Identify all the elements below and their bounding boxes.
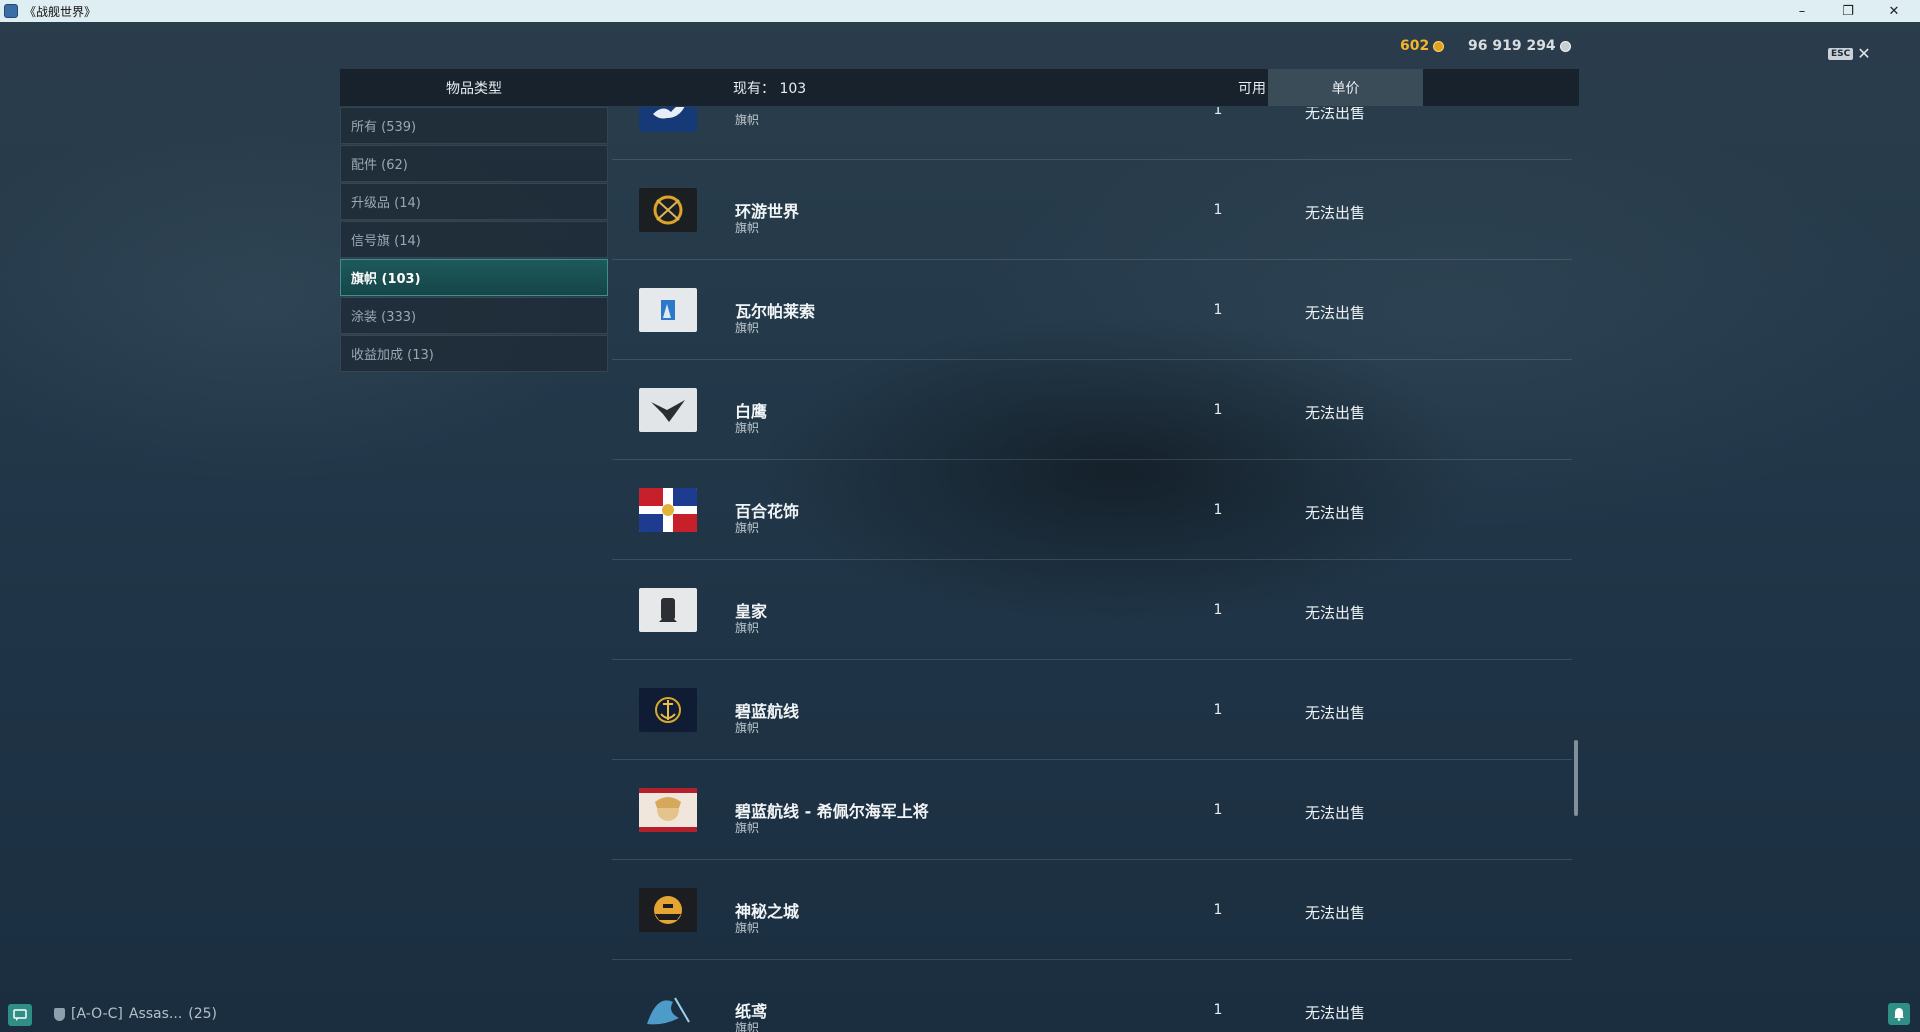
kite-flag-icon — [639, 988, 697, 1032]
window-title: 《战舰世界》 — [24, 4, 97, 19]
item-type: 旗帜 — [735, 621, 760, 635]
item-type: 旗帜 — [735, 421, 760, 435]
item-price: 无法出售 — [1305, 504, 1366, 522]
eagle-flag-icon — [639, 388, 697, 432]
category-all[interactable]: 所有 (539) — [340, 107, 608, 144]
item-type-heading: 物品类型 — [446, 80, 502, 97]
clan-tag: [A-O-C] — [71, 1006, 123, 1022]
item-type: 旗帜 — [735, 113, 760, 127]
gold-balance: 602 — [1400, 38, 1445, 54]
restore-button[interactable]: ❐ — [1825, 0, 1871, 22]
minimize-button[interactable]: – — [1779, 0, 1825, 22]
unit-price-column-header[interactable]: 单价 — [1268, 69, 1423, 106]
item-type: 旗帜 — [735, 721, 760, 735]
dove-flag-icon — [639, 107, 697, 132]
valparaiso-flag-icon — [639, 288, 697, 332]
list-item[interactable]: 碧蓝航线 - 希佩尔海军上将 旗帜 1 无法出售 — [612, 760, 1572, 860]
division-status[interactable]: [A-O-C] Assas... (25) — [54, 1006, 217, 1022]
item-count: 1 — [1213, 302, 1223, 318]
item-count: 1 — [1213, 602, 1223, 618]
item-count: 1 — [1213, 202, 1223, 218]
item-count: 1 — [1213, 802, 1223, 818]
item-type: 旗帜 — [735, 521, 760, 535]
item-price: 无法出售 — [1305, 1004, 1366, 1022]
category-camouflage[interactable]: 涂装 (333) — [340, 297, 608, 334]
list-item[interactable]: 百合花饰 旗帜 1 无法出售 — [612, 460, 1572, 560]
compass-flag-icon — [639, 188, 697, 232]
item-count: 1 — [1213, 107, 1223, 118]
category-sidebar: 所有 (539) 配件 (62) 升级品 (14) 信号旗 (14) 旗帜 (1… — [340, 107, 608, 373]
item-price: 无法出售 — [1305, 604, 1366, 622]
item-count: 1 — [1213, 402, 1223, 418]
close-icon: ✕ — [1857, 44, 1871, 63]
category-upgrades[interactable]: 升级品 (14) — [340, 183, 608, 220]
item-type: 旗帜 — [735, 221, 760, 235]
item-count: 1 — [1213, 902, 1223, 918]
list-item[interactable]: 碧蓝航线 旗帜 1 无法出售 — [612, 660, 1572, 760]
list-item[interactable]: 环游世界 旗帜 1 无法出售 — [612, 160, 1572, 260]
item-list: 旗帜 1 无法出售 环游世界 旗帜 1 无法出售 瓦尔帕莱索 旗帜 1 无法出售… — [612, 107, 1572, 1032]
item-type: 旗帜 — [735, 921, 760, 935]
item-price: 无法出售 — [1305, 704, 1366, 722]
item-type: 旗帜 — [735, 1021, 760, 1032]
list-item[interactable]: 纸鸢 旗帜 1 无法出售 — [612, 960, 1572, 1032]
item-type: 旗帜 — [735, 321, 760, 335]
player-count: (25) — [188, 1006, 218, 1022]
list-item[interactable]: 瓦尔帕莱索 旗帜 1 无法出售 — [612, 260, 1572, 360]
item-price: 无法出售 — [1305, 107, 1366, 122]
item-price: 无法出售 — [1305, 804, 1366, 822]
anchor-flag-icon — [639, 688, 697, 732]
mystery-city-flag-icon — [639, 888, 697, 932]
inventory-header: 物品类型 现有： 103 可用 单价 — [340, 69, 1579, 106]
item-name: 碧蓝航线 - 希佩尔海军上将 — [735, 802, 929, 821]
item-count: 1 — [1213, 502, 1223, 518]
item-price: 无法出售 — [1305, 204, 1366, 222]
esc-close-button[interactable]: ESC ✕ — [1828, 44, 1871, 63]
item-count: 1 — [1213, 702, 1223, 718]
category-modules[interactable]: 配件 (62) — [340, 145, 608, 182]
owned-count: 现有： 103 — [733, 80, 807, 97]
royal-flag-icon — [639, 588, 697, 632]
list-item[interactable]: 旗帜 1 无法出售 — [612, 107, 1572, 160]
item-price: 无法出售 — [1305, 404, 1366, 422]
shield-icon — [54, 1007, 65, 1021]
window-title-bar: 《战舰世界》 – ❐ ✕ — [0, 0, 1920, 22]
app-icon — [4, 4, 18, 18]
credits-coin-icon — [1559, 40, 1571, 52]
chat-button[interactable] — [8, 1004, 32, 1026]
category-flags[interactable]: 旗帜 (103) — [340, 259, 608, 296]
item-price: 无法出售 — [1305, 904, 1366, 922]
gold-amount: 602 — [1400, 38, 1430, 54]
fleur-de-lis-flag-icon — [639, 488, 697, 532]
anime-character-flag-icon — [639, 788, 697, 832]
credits-balance: 96 919 294 — [1468, 38, 1571, 54]
category-signals[interactable]: 信号旗 (14) — [340, 221, 608, 258]
item-price: 无法出售 — [1305, 304, 1366, 322]
category-economic-bonuses[interactable]: 收益加成 (13) — [340, 335, 608, 372]
credits-amount: 96 919 294 — [1468, 38, 1556, 54]
close-window-button[interactable]: ✕ — [1871, 0, 1917, 22]
esc-key-label: ESC — [1828, 47, 1854, 60]
item-type: 旗帜 — [735, 821, 760, 835]
bell-icon — [1894, 1008, 1904, 1021]
player-name: Assas... — [128, 1006, 183, 1022]
list-item[interactable]: 皇家 旗帜 1 无法出售 — [612, 560, 1572, 660]
list-item[interactable]: 神秘之城 旗帜 1 无法出售 — [612, 860, 1572, 960]
chat-icon — [13, 1009, 27, 1021]
gold-coin-icon — [1433, 40, 1445, 52]
notifications-button[interactable] — [1888, 1003, 1910, 1025]
list-scrollbar[interactable] — [1574, 740, 1578, 816]
item-count: 1 — [1213, 1002, 1223, 1018]
list-item[interactable]: 白鹰 旗帜 1 无法出售 — [612, 360, 1572, 460]
